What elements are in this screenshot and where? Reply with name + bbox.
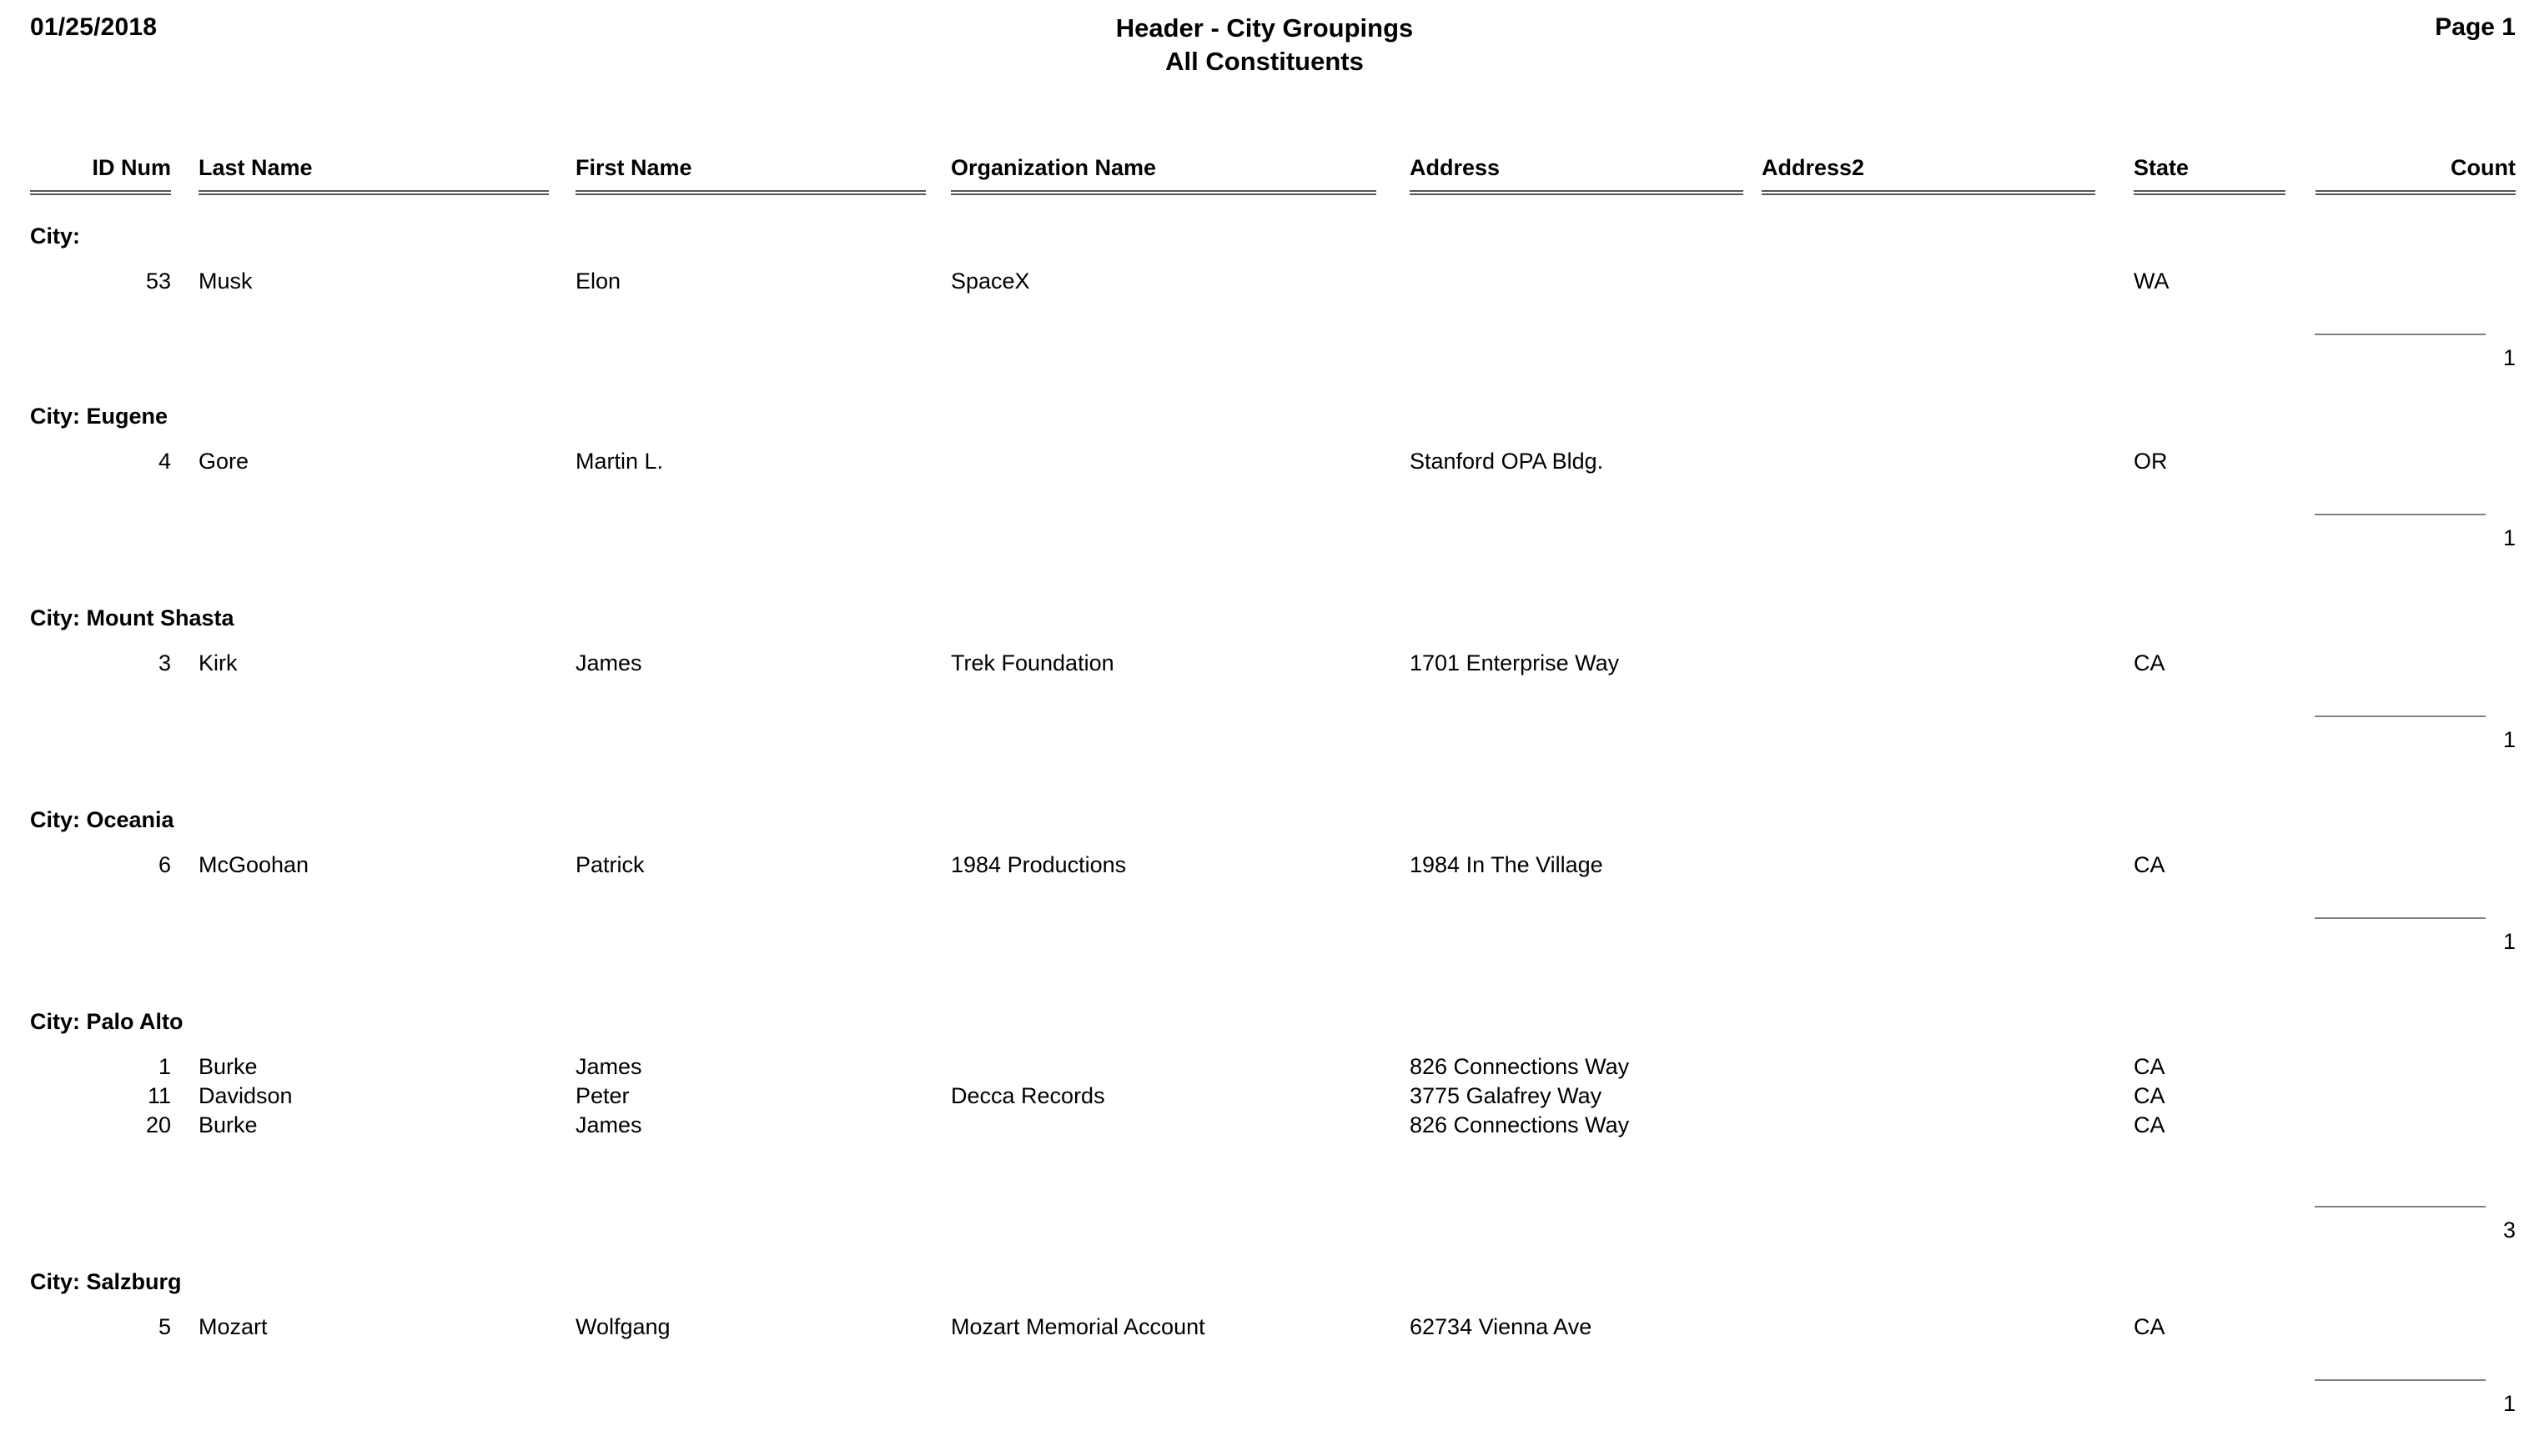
cell-address: 3775 Galafrey Way: [1410, 1083, 1602, 1108]
cell-id_num: 1: [158, 1054, 171, 1079]
cell-address: 826 Connections Way: [1410, 1054, 1630, 1079]
group-count-value: 1: [2502, 727, 2516, 752]
group-count-value: 3: [2502, 1218, 2516, 1243]
subtotal-rule: [2315, 1379, 2486, 1381]
report-title: Header - City Groupings: [1115, 13, 1414, 43]
cell-org: 1984 Productions: [951, 852, 1127, 877]
column-header-id_num: ID Num: [92, 155, 172, 180]
group-header-label: City: Mount Shasta: [30, 605, 234, 630]
cell-first: James: [576, 650, 642, 675]
report-title-block: Header - City Groupings All Constituents: [0, 12, 2529, 78]
column-header-count: Count: [2451, 155, 2516, 180]
group-count-value: 1: [2502, 345, 2516, 370]
column-header-row: ID Num Last Name First Name Organization Na…: [0, 155, 2529, 202]
column-rule-first: [576, 190, 926, 195]
group-count-value: 1: [2502, 929, 2516, 954]
cell-last: Davidson: [199, 1083, 293, 1108]
cell-state: CA: [2134, 1314, 2165, 1339]
table-row[interactable]: 6 McGoohan Patrick 1984 Productions 1984 In …: [0, 851, 2529, 880]
subtotal-rule: [2315, 514, 2486, 515]
subtotal-rule: [2315, 917, 2486, 919]
cell-org: SpaceX: [951, 269, 1030, 294]
column-header-org: Organization Name: [951, 155, 1157, 180]
cell-id_num: 20: [145, 1112, 171, 1137]
group-count-value: 1: [2502, 1391, 2516, 1416]
cell-id_num: 4: [158, 449, 171, 474]
table-row[interactable]: 20 Burke James 826 Connections Way CA: [0, 1111, 2529, 1140]
cell-first: James: [576, 1112, 642, 1137]
cell-address: 62734 Vienna Ave: [1410, 1314, 1592, 1339]
column-rule-state: [2134, 190, 2285, 195]
report-subtitle: All Constituents: [1165, 47, 1364, 76]
group-count-value: 1: [2502, 525, 2516, 550]
cell-state: CA: [2134, 1112, 2165, 1137]
cell-first: Martin L.: [576, 449, 664, 474]
subtotal-rule: [2315, 334, 2486, 335]
cell-id_num: 5: [158, 1314, 171, 1339]
cell-last: Gore: [199, 449, 249, 474]
cell-first: Peter: [576, 1083, 630, 1108]
cell-first: Wolfgang: [576, 1314, 671, 1339]
cell-last: Musk: [199, 269, 253, 294]
cell-org: Mozart Memorial Account: [951, 1314, 1205, 1339]
column-rule-address2: [1762, 190, 2095, 195]
table-row[interactable]: 4 Gore Martin L. Stanford OPA Bldg. OR: [0, 447, 2529, 476]
cell-last: Burke: [199, 1112, 258, 1137]
table-row[interactable]: 11 Davidson Peter Decca Records 3775 Galafre…: [0, 1082, 2529, 1111]
cell-first: Patrick: [576, 852, 645, 877]
report-page: 01/25/2018 Header - City Groupings All C…: [0, 0, 2529, 1456]
cell-state: WA: [2134, 269, 2170, 294]
cell-address: 1701 Enterprise Way: [1410, 650, 1620, 675]
table-row[interactable]: 1 Burke James 826 Connections Way CA: [0, 1052, 2529, 1082]
cell-org: Trek Foundation: [951, 650, 1114, 675]
column-header-last: Last Name: [199, 155, 313, 180]
group-header-label: City: Oceania: [30, 807, 174, 832]
cell-address: Stanford OPA Bldg.: [1410, 449, 1604, 474]
group-header-label: City:: [30, 223, 80, 249]
page-header: 01/25/2018 Header - City Groupings All C…: [0, 0, 2529, 125]
group-header-label: City: Salzburg: [30, 1269, 182, 1294]
subtotal-rule: [2315, 715, 2486, 717]
cell-last: McGoohan: [199, 852, 309, 877]
column-header-state: State: [2134, 155, 2190, 180]
cell-last: Mozart: [199, 1314, 268, 1339]
page-number: Page 1: [2435, 13, 2516, 41]
cell-id_num: 53: [145, 269, 171, 294]
table-row[interactable]: 3 Kirk James Trek Foundation 1701 Enterprise…: [0, 649, 2529, 678]
column-rule-last: [199, 190, 549, 195]
cell-address: 826 Connections Way: [1410, 1112, 1630, 1137]
column-rule-id_num: [30, 190, 171, 195]
cell-last: Kirk: [199, 650, 238, 675]
cell-state: CA: [2134, 650, 2165, 675]
cell-state: CA: [2134, 1054, 2165, 1079]
cell-state: CA: [2134, 1083, 2165, 1108]
cell-first: Elon: [576, 269, 621, 294]
column-header-first: First Name: [576, 155, 692, 180]
cell-first: James: [576, 1054, 642, 1079]
cell-org: Decca Records: [951, 1083, 1105, 1108]
column-header-address: Address: [1410, 155, 1501, 180]
cell-address: 1984 In The Village: [1410, 852, 1603, 877]
cell-last: Burke: [199, 1054, 258, 1079]
cell-state: OR: [2134, 449, 2168, 474]
table-row[interactable]: 5 Mozart Wolfgang Mozart Memorial Account 62…: [0, 1313, 2529, 1342]
cell-id_num: 3: [158, 650, 171, 675]
column-rule-org: [951, 190, 1376, 195]
column-rule-address: [1410, 190, 1743, 195]
cell-id_num: 11: [147, 1083, 171, 1108]
group-header-label: City: Palo Alto: [30, 1009, 184, 1034]
cell-state: CA: [2134, 852, 2165, 877]
cell-id_num: 6: [158, 852, 171, 877]
table-row[interactable]: 53 Musk Elon SpaceX WA: [0, 267, 2529, 296]
column-rule-count: [2315, 190, 2516, 195]
subtotal-rule: [2315, 1206, 2486, 1207]
group-header-label: City: Eugene: [30, 404, 168, 429]
column-header-address2: Address2: [1762, 155, 1865, 180]
